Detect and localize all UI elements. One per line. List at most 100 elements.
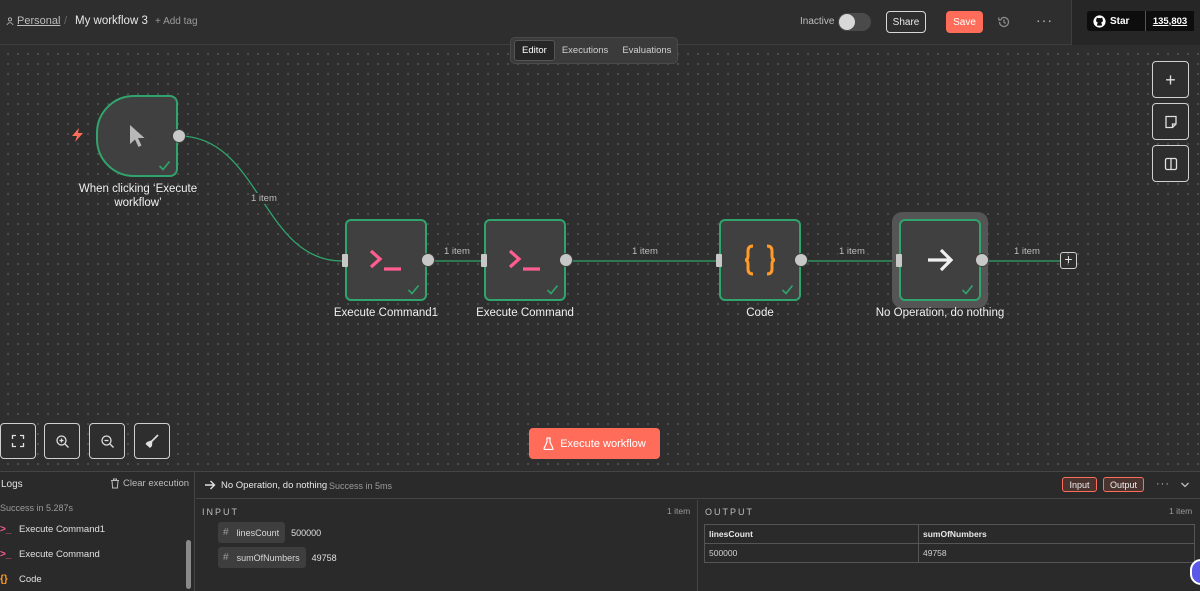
input-field: # sumOfNumbers 49758 (218, 547, 337, 568)
table-cell: 49758 (918, 543, 1195, 563)
selected-node-status: Success in 5ms (329, 481, 393, 491)
add-node-button[interactable]: + (1152, 61, 1189, 98)
input-handle[interactable] (896, 254, 902, 267)
zoom-out-button[interactable] (89, 423, 125, 459)
input-panel: INPUT 1 item # linesCount 500000 # sumOf… (196, 500, 698, 591)
execute-workflow-button[interactable]: Execute workflow (529, 428, 660, 459)
github-area: Star 135,803 (1071, 0, 1200, 45)
output-handle[interactable] (172, 129, 186, 143)
log-item-label: Execute Command1 (19, 524, 106, 535)
selected-node-name: No Operation, do nothing (221, 480, 328, 491)
input-count: 1 item (667, 506, 691, 516)
number-type-icon: # (223, 527, 229, 538)
fit-view-button[interactable] (0, 423, 36, 459)
n8n-editor: Personal / My workflow 3 + Add tag Inact… (0, 0, 1200, 591)
toggle-panel-button[interactable] (1152, 145, 1189, 182)
code-braces-icon: {} (0, 574, 8, 585)
workflow-name[interactable]: My workflow 3 (75, 15, 148, 27)
arrow-right-icon (205, 480, 216, 490)
field-name: sumOfNumbers (236, 552, 300, 563)
input-handle[interactable] (342, 254, 348, 267)
trigger-bolt-icon (72, 128, 83, 142)
zoom-in-icon (55, 434, 69, 448)
node-label-code: Code (746, 307, 774, 319)
workflow-canvas[interactable] (0, 46, 1200, 471)
logs-panel: Logs Clear execution Success in 5.287s >… (0, 471, 1200, 591)
output-handle[interactable] (975, 253, 989, 267)
logs-sidebar: Logs Clear execution Success in 5.287s >… (0, 472, 195, 591)
zoom-in-button[interactable] (44, 423, 80, 459)
active-toggle[interactable] (838, 13, 871, 31)
output-handle[interactable] (421, 253, 435, 267)
save-button[interactable]: Save (946, 11, 983, 33)
input-field: # linesCount 500000 (218, 522, 321, 543)
node-execute-command[interactable] (484, 219, 566, 301)
github-star-count[interactable]: 135,803 (1145, 11, 1194, 31)
user-icon (6, 17, 14, 25)
field-value: 500000 (291, 527, 322, 538)
node-label-no-operation: No Operation, do nothing (875, 307, 1005, 319)
panel-more-button[interactable]: ··· (1156, 478, 1170, 490)
output-title: OUTPUT (705, 507, 754, 517)
github-star-button[interactable]: Star (1087, 11, 1145, 31)
toggle-knob (839, 14, 855, 30)
view-tabs: Editor Executions Evaluations (510, 37, 678, 64)
edge-label: 1 item (250, 193, 278, 204)
table-header: sumOfNumbers (918, 524, 1195, 544)
log-item-execute-command[interactable]: >_ Execute Command (0, 549, 100, 560)
trash-icon (111, 478, 119, 489)
workflow-status-label: Inactive (800, 16, 835, 27)
tab-editor[interactable]: Editor (514, 40, 555, 61)
log-item-code[interactable]: {} Code (0, 574, 42, 585)
field-pill[interactable]: # linesCount (218, 522, 286, 543)
clear-execution-button[interactable]: Clear execution (110, 478, 189, 489)
zoom-out-icon (100, 434, 114, 448)
github-star-label: Star (1110, 15, 1130, 27)
sticky-note-button[interactable] (1152, 103, 1189, 140)
add-next-node-button[interactable]: + (1060, 252, 1077, 269)
history-icon[interactable] (996, 14, 1012, 30)
breadcrumb-separator: / (64, 15, 68, 27)
flask-icon (543, 437, 554, 450)
success-check-icon (961, 284, 974, 295)
chevron-down-icon[interactable] (1180, 480, 1190, 490)
output-handle[interactable] (794, 253, 808, 267)
input-handle[interactable] (481, 254, 487, 267)
table-row: 500000 49758 (704, 543, 1195, 563)
terminal-icon: >_ (0, 549, 12, 560)
node-no-operation[interactable] (899, 219, 981, 301)
fit-view-icon (11, 434, 25, 448)
node-label-trigger-line1: When clicking ‘Execute (78, 183, 198, 195)
node-code[interactable] (719, 219, 801, 301)
field-pill[interactable]: # sumOfNumbers (218, 547, 306, 568)
logs-scrollbar[interactable] (186, 540, 191, 589)
tidy-up-button[interactable] (134, 423, 170, 459)
input-toggle-button[interactable]: Input (1062, 477, 1097, 492)
success-check-icon (158, 160, 171, 171)
add-tag-link[interactable]: + Add tag (155, 16, 198, 27)
edge-label: 1 item (1013, 246, 1041, 257)
node-label-trigger-line2: workflow’ (114, 197, 162, 209)
log-item-execute-command1[interactable]: >_ Execute Command1 (0, 524, 105, 535)
breadcrumb-project-label: Personal (17, 15, 61, 27)
clear-execution-label: Clear execution (123, 478, 190, 489)
node-execute-command1[interactable] (345, 219, 427, 301)
node-manual-trigger[interactable] (96, 95, 178, 177)
share-button[interactable]: Share (886, 11, 926, 33)
breadcrumb-project[interactable]: Personal (6, 15, 60, 27)
execute-workflow-label: Execute workflow (560, 437, 646, 450)
edge-label: 1 item (443, 246, 471, 257)
sticky-note-icon (1164, 115, 1177, 128)
tab-evaluations[interactable]: Evaluations (615, 40, 678, 61)
more-menu-button[interactable]: ··· (1036, 12, 1053, 28)
output-handle[interactable] (559, 253, 573, 267)
input-title: INPUT (202, 507, 239, 517)
tab-executions[interactable]: Executions (555, 40, 615, 61)
number-type-icon: # (223, 552, 229, 563)
github-icon (1093, 14, 1106, 28)
input-handle[interactable] (716, 254, 722, 267)
node-label-trigger: When clicking ‘Execute workflow’ (62, 182, 214, 210)
log-item-label: Execute Command (19, 549, 100, 560)
output-toggle-button[interactable]: Output (1103, 477, 1144, 492)
success-check-icon (407, 284, 420, 295)
